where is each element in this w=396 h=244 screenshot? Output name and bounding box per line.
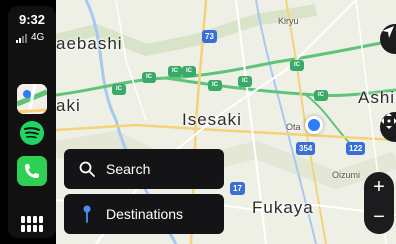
route-122-badge: 122 bbox=[346, 142, 366, 155]
ic-badge: IC bbox=[112, 84, 126, 95]
ic-badge: IC bbox=[314, 90, 328, 101]
cellular-status: 4G bbox=[16, 32, 44, 43]
maps-icon bbox=[17, 84, 47, 114]
route-17-badge: 17 bbox=[230, 182, 245, 195]
destinations-button[interactable]: Destinations bbox=[64, 194, 224, 234]
ic-badge: IC bbox=[208, 80, 222, 91]
ic-badge: IC bbox=[290, 60, 304, 71]
place-maebashi: aebashi bbox=[56, 34, 123, 53]
signal-bars-icon bbox=[16, 34, 27, 43]
carplay-sidebar: 9:32 4G bbox=[8, 6, 56, 238]
pan-arrows-icon bbox=[381, 113, 396, 129]
phone-icon bbox=[25, 164, 39, 178]
route-354-badge: 354 bbox=[296, 142, 316, 155]
search-button[interactable]: Search bbox=[64, 149, 224, 189]
zoom-in-button[interactable]: + bbox=[364, 172, 394, 203]
place-kiryu: Kiryu bbox=[278, 16, 299, 26]
ic-badge: IC bbox=[168, 66, 182, 77]
search-icon bbox=[72, 161, 102, 177]
place-fukaya: Fukaya bbox=[252, 198, 314, 217]
zoom-out-button[interactable]: − bbox=[364, 203, 394, 234]
carplay-screen: aebashi aki Isesaki Fukaya Ashi Kiryu Ot… bbox=[0, 0, 396, 244]
route-73-badge: 73 bbox=[202, 30, 217, 43]
status-time: 9:32 bbox=[18, 12, 46, 27]
place-aki: aki bbox=[56, 96, 81, 115]
search-label: Search bbox=[106, 161, 151, 177]
destinations-label: Destinations bbox=[106, 206, 184, 222]
ic-badge: IC bbox=[142, 72, 156, 83]
network-type: 4G bbox=[31, 32, 45, 43]
place-isesaki: Isesaki bbox=[182, 110, 242, 129]
ic-badge: IC bbox=[238, 76, 252, 87]
maps-app-icon[interactable] bbox=[17, 84, 47, 114]
spotify-app-icon[interactable] bbox=[17, 118, 47, 148]
place-ashi: Ashi bbox=[358, 88, 396, 107]
place-ota: Ota bbox=[286, 122, 301, 132]
navigation-arrow-icon bbox=[382, 26, 394, 38]
current-location-dot bbox=[305, 116, 323, 134]
app-grid-icon[interactable] bbox=[21, 216, 43, 232]
place-oizumi: Oizumi bbox=[332, 170, 361, 180]
pin-icon bbox=[72, 205, 102, 223]
spotify-icon bbox=[20, 121, 44, 145]
ic-badge: IC bbox=[182, 66, 196, 77]
zoom-controls: + − bbox=[364, 172, 394, 234]
phone-app-icon[interactable] bbox=[17, 156, 47, 186]
